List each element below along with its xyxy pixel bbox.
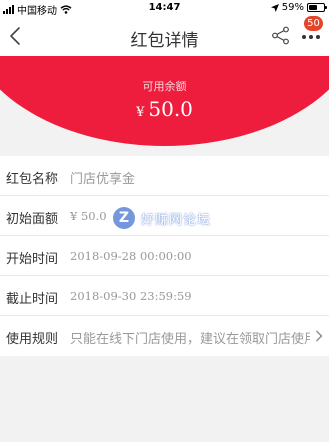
chevron-right-icon [316,330,323,342]
battery-icon [307,3,327,12]
balance-banner: 可用余额 ¥50.0 [0,56,329,146]
detail-row-usage-rules[interactable]: 使用规则 只能在线下门店使用，建议在领取门店使用。 [0,316,329,356]
detail-key: 红包名称 [6,172,59,187]
watermark-text: 好赚网论坛 [141,212,212,228]
status-bar: 中国移动 14:47 59% [0,0,329,17]
detail-value: 2018-09-30 23:59:59 [70,289,192,303]
details-list: 红包名称 门店优享金 初始面额 ¥ 50.0 开始时间 2018-09-28 0… [0,156,329,356]
balance-label: 可用余额 [142,80,187,93]
detail-key: 使用规则 [6,332,59,347]
balance-amount: ¥50.0 [0,97,329,121]
detail-key: 初始面额 [6,212,59,227]
share-icon[interactable] [271,26,290,45]
detail-row-name: 红包名称 门店优享金 [0,156,329,196]
detail-value: 门店优享金 [70,172,136,187]
notification-badge: 50 [304,16,323,31]
currency-symbol: ¥ [136,105,145,120]
detail-value: ¥ 50.0 [70,209,107,223]
location-arrow-icon [270,3,279,12]
detail-value: 2018-09-28 00:00:00 [70,249,192,263]
more-icon[interactable] [301,34,321,40]
watermark: Z 好赚网论坛 [113,207,211,229]
battery-fill [309,5,318,10]
nav-bar: 红包详情 50 [0,16,329,56]
balance-value: 50.0 [148,97,193,121]
detail-key: 开始时间 [6,252,59,267]
detail-value: 只能在线下门店使用，建议在领取门店使用。 [70,332,310,347]
detail-row-start-time: 开始时间 2018-09-28 00:00:00 [0,236,329,276]
watermark-logo-icon: Z [113,207,135,229]
battery-percent: 59% [281,2,304,13]
detail-key: 截止时间 [6,292,59,307]
status-right-group: 59% [270,2,327,13]
detail-row-end-time: 截止时间 2018-09-30 23:59:59 [0,276,329,316]
